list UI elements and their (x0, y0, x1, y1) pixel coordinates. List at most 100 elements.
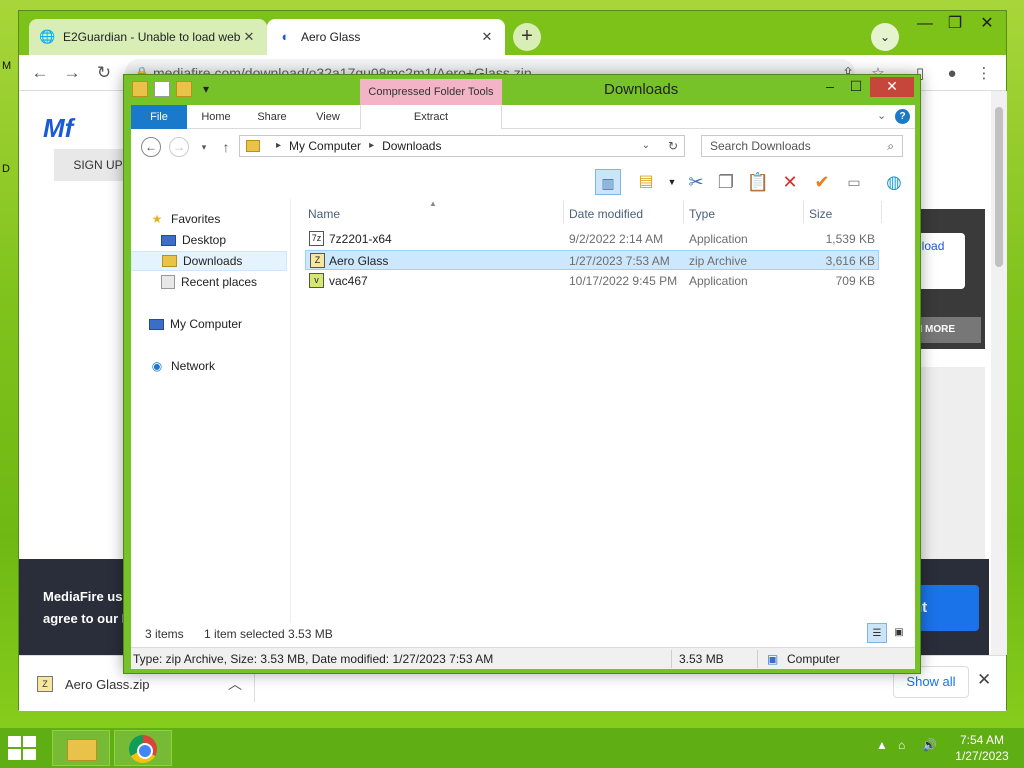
column-type[interactable]: Type (689, 207, 715, 221)
chevron-up-icon[interactable]: ︿ (228, 674, 242, 694)
tab-file[interactable]: File (131, 105, 187, 129)
windows-start-icon[interactable] (8, 736, 38, 762)
nav-label: Favorites (171, 212, 221, 226)
search-placeholder: Search Downloads (710, 139, 811, 153)
column-divider[interactable] (881, 201, 882, 223)
file-row[interactable]: v vac467 10/17/2022 9:45 PM Application … (305, 271, 879, 291)
download-button[interactable]: nload (915, 233, 965, 289)
tab-home[interactable]: Home (191, 105, 241, 129)
column-size[interactable]: Size (809, 207, 832, 221)
organize-dropdown-icon[interactable]: ▼ (659, 169, 685, 195)
large-icons-view-icon[interactable]: ▣ (889, 623, 909, 643)
column-divider[interactable] (563, 201, 564, 223)
status-divider (671, 650, 672, 668)
minimize-button[interactable]: – (818, 77, 842, 97)
quick-access-toolbar: ▾ (132, 81, 214, 97)
item-count: 3 items (145, 627, 184, 641)
breadcrumb-downloads[interactable]: Downloads (382, 136, 441, 156)
copy-icon[interactable]: ❐ (713, 169, 739, 195)
close-tab-icon[interactable]: ✕ (479, 29, 495, 45)
cut-icon[interactable]: ✂ (683, 169, 709, 195)
column-divider[interactable] (803, 201, 804, 223)
navigation-row: ← → ▾ ↑ ▸ My Computer ▸ Downloads ⌄ ↻ Se… (131, 129, 915, 165)
column-name[interactable]: Name (308, 207, 340, 221)
help-icon[interactable]: ? (895, 109, 910, 124)
explorer-content: ★ Favorites Desktop Downloads Recent pla… (131, 199, 915, 623)
paste-icon[interactable]: 📋 (745, 169, 771, 195)
nav-downloads[interactable]: Downloads (131, 251, 287, 271)
file-row[interactable]: Z Aero Glass 1/27/2023 7:53 AM zip Archi… (305, 250, 879, 270)
close-window-button[interactable]: ✕ (967, 11, 1007, 41)
search-input[interactable]: Search Downloads ⌕ (701, 135, 903, 157)
selection-info: 1 item selected 3.53 MB (204, 627, 333, 641)
mediafire-icon: ◖ (280, 29, 288, 44)
accept-cookies-button[interactable]: nt (913, 585, 979, 631)
cookie-text: MediaFire use (43, 589, 130, 604)
delete-icon[interactable]: ✕ (777, 169, 803, 195)
tab-search-button[interactable]: ⌄ (871, 23, 899, 51)
nav-desktop[interactable]: Desktop (131, 230, 287, 250)
sort-arrow-icon: ▲ (429, 199, 437, 208)
explorer-window: ▾ Compressed Folder Tools Downloads – ☐ … (123, 74, 921, 674)
tab-view[interactable]: View (303, 105, 353, 129)
new-tab-button[interactable]: + (513, 23, 541, 51)
application-icon: 7z (309, 231, 324, 246)
nav-favorites[interactable]: ★ Favorites (131, 209, 287, 229)
details-view-icon[interactable]: ☰ (867, 623, 887, 643)
breadcrumb-separator-icon[interactable]: ▸ (276, 136, 281, 156)
organize-folder-icon[interactable]: ▤ (633, 169, 659, 195)
breadcrumb-separator-icon[interactable]: ▸ (369, 136, 374, 156)
tab-aero-glass[interactable]: ◖ Aero Glass ✕ (267, 19, 505, 55)
status-details: Type: zip Archive, Size: 3.53 MB, Date m… (133, 652, 494, 666)
show-hidden-icons-icon[interactable]: ▲ (876, 738, 888, 752)
system-clock[interactable]: 7:54 AM 1/27/2023 (946, 732, 1018, 764)
tab-share[interactable]: Share (247, 105, 297, 129)
network-tray-icon[interactable]: ⌂ (898, 738, 905, 752)
back-icon[interactable]: ← (141, 137, 161, 157)
back-icon[interactable]: ← (29, 62, 51, 84)
refresh-icon[interactable]: ↻ (668, 136, 678, 156)
recent-locations-icon[interactable]: ▾ (193, 136, 215, 158)
close-button[interactable]: ✕ (870, 77, 914, 97)
nav-network[interactable]: ◉ Network (131, 356, 287, 376)
command-toolbar: ▥ ▤ ▼ ✂ ❐ 📋 ✕ ✔ ▭ ◍ (131, 165, 915, 199)
mediafire-logo[interactable]: Mf (43, 113, 73, 144)
tab-extract[interactable]: Extract (360, 105, 502, 129)
properties-icon[interactable] (154, 81, 170, 97)
scrollbar-thumb[interactable] (995, 107, 1003, 267)
close-tab-icon[interactable]: ✕ (241, 29, 257, 45)
customize-qat-icon[interactable]: ▾ (198, 81, 214, 97)
file-row[interactable]: 7z 7z2201-x64 9/2/2022 2:14 AM Applicati… (305, 229, 879, 249)
preview-pane-icon[interactable]: ▥ (595, 169, 621, 195)
column-divider[interactable] (683, 201, 684, 223)
nav-recent-places[interactable]: Recent places (131, 272, 287, 292)
expand-ribbon-icon[interactable]: ⌄ (877, 109, 886, 122)
nav-label: Recent places (181, 275, 258, 289)
up-icon[interactable]: ↑ (215, 136, 237, 158)
checkmark-icon[interactable]: ✔ (809, 169, 835, 195)
computer-icon: ▣ (767, 652, 779, 666)
address-dropdown-icon[interactable]: ⌄ (642, 136, 650, 156)
taskbar-chrome[interactable] (114, 730, 172, 766)
taskbar-file-explorer[interactable] (52, 730, 110, 766)
reload-icon[interactable]: ↻ (93, 62, 115, 84)
breadcrumb-my-computer[interactable]: My Computer (289, 136, 361, 156)
title-bar[interactable]: ▾ Compressed Folder Tools Downloads – ☐ … (124, 75, 920, 105)
globe-icon[interactable]: ◍ (881, 169, 907, 195)
maximize-button[interactable]: ☐ (844, 77, 868, 97)
column-date-modified[interactable]: Date modified (569, 207, 643, 221)
profile-icon[interactable]: ● (941, 63, 963, 85)
volume-icon[interactable]: 🔊 (922, 738, 937, 752)
desktop-icon-label: M (2, 60, 12, 72)
tab-e2guardian[interactable]: 🌐 E2Guardian - Unable to load web ✕ (29, 19, 267, 55)
new-folder-icon[interactable] (176, 81, 192, 97)
close-shelf-icon[interactable]: ✕ (977, 670, 991, 690)
rename-icon[interactable]: ▭ (841, 169, 867, 195)
status-divider (757, 650, 758, 668)
nav-my-computer[interactable]: My Computer (131, 314, 287, 334)
address-bar[interactable]: ▸ My Computer ▸ Downloads ⌄ ↻ (239, 135, 685, 157)
forward-icon[interactable]: → (61, 62, 83, 84)
forward-icon[interactable]: → (169, 137, 189, 157)
menu-kebab-icon[interactable]: ⋮ (973, 63, 995, 85)
learn-more-button[interactable]: N MORE (915, 317, 981, 343)
